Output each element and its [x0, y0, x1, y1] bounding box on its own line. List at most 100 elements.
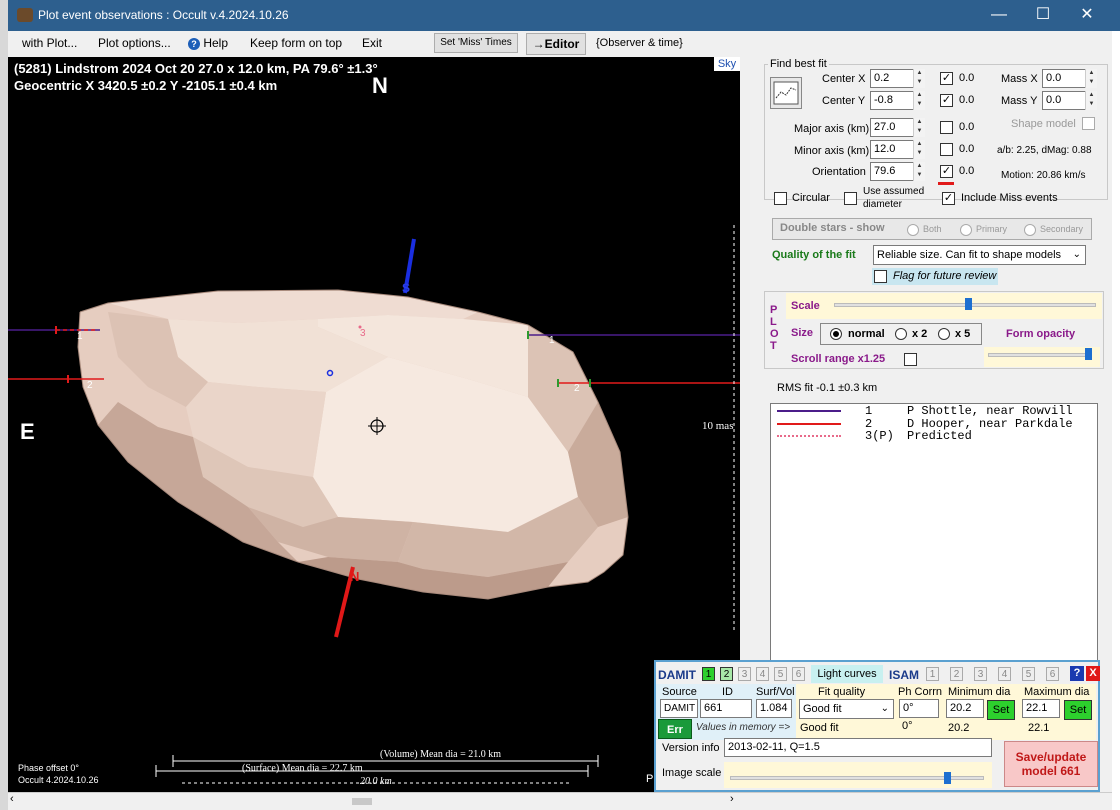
use-assumed-checkbox[interactable] [844, 192, 857, 205]
version-info-input[interactable]: 2013-02-11, Q=1.5 [724, 738, 992, 757]
mass-x-input[interactable]: 0.0 [1042, 69, 1086, 88]
quality-select[interactable]: Reliable size. Can fit to shape models ⌄ [873, 245, 1086, 265]
values-memory-label: Values in memory => [696, 722, 791, 733]
damit-model-1[interactable]: 1 [702, 667, 715, 681]
double-primary-radio[interactable] [960, 224, 972, 236]
id-input[interactable]: 661 [700, 699, 752, 718]
legend-line-3 [777, 435, 841, 437]
editor-button[interactable]: →Editor [526, 33, 586, 55]
min-dia-input[interactable]: 20.2 [946, 699, 984, 718]
center-y-checkbox[interactable]: ✓ [940, 94, 953, 107]
surfvol-input[interactable]: 1.084 [756, 699, 792, 718]
save-update-button[interactable]: Save/update model 661 [1004, 741, 1098, 787]
use-assumed-label: Use assumed [863, 186, 925, 197]
chevron-down-icon: ⌄ [880, 703, 889, 714]
isam-model-6[interactable]: 6 [1046, 667, 1059, 681]
isam-model-2[interactable]: 2 [950, 667, 963, 681]
image-scale-slider-thumb[interactable] [944, 772, 951, 784]
center-x-input[interactable]: 0.2 [870, 69, 914, 88]
set-miss-times-button[interactable]: Set 'Miss' Times [434, 33, 518, 53]
mass-x-spinner[interactable]: ▲ ▼ [1085, 69, 1097, 88]
err-button[interactable]: Err [658, 719, 692, 739]
damit-model-6[interactable]: 6 [792, 667, 805, 681]
size-x5-label: x 5 [955, 328, 971, 340]
menu-with-plot[interactable]: with Plot... [22, 36, 77, 50]
center-x-checkbox[interactable]: ✓ [940, 72, 953, 85]
horizontal-scrollbar[interactable]: ‹ › [8, 792, 1112, 810]
maximize-button[interactable]: ☐ [1028, 5, 1058, 25]
min-dia-set-button[interactable]: Set [987, 700, 1015, 720]
menu-keep-on-top[interactable]: Keep form on top [250, 36, 342, 50]
close-icon[interactable]: X [1086, 666, 1100, 681]
damit-model-3[interactable]: 3 [738, 667, 751, 681]
center-x-spinner[interactable]: ▲ ▼ [913, 69, 925, 88]
orientation-input[interactable]: 79.6 [870, 162, 914, 181]
plot-area[interactable]: (5281) Lindstrom 2024 Oct 20 27.0 x 12.0… [8, 57, 740, 792]
help-button[interactable]: ? [1070, 666, 1084, 681]
best-fit-button[interactable] [770, 77, 802, 109]
menu-plot-options[interactable]: Plot options... [98, 36, 171, 50]
major-axis-checkbox[interactable] [940, 121, 953, 134]
minimize-button[interactable]: — [984, 5, 1014, 25]
menu-help[interactable]: ? Help [188, 36, 228, 50]
major-axis-spinner[interactable]: ▲ ▼ [913, 118, 925, 137]
isam-model-1[interactable]: 1 [926, 667, 939, 681]
fit-quality-select[interactable]: Good fit ⌄ [799, 699, 894, 719]
ph-corr-input[interactable]: 0° [899, 699, 939, 718]
save-update-line1: Save/update [1015, 750, 1087, 764]
center-y-spinner[interactable]: ▲ ▼ [913, 91, 925, 110]
circular-checkbox[interactable] [774, 192, 787, 205]
mass-y-label: Mass Y [1001, 95, 1038, 107]
size-x2-radio[interactable] [895, 328, 907, 340]
orientation-spinner[interactable]: ▲ ▼ [913, 162, 925, 181]
menu-exit[interactable]: Exit [362, 36, 382, 50]
minor-axis-spinner[interactable]: ▲ ▼ [913, 140, 925, 159]
double-secondary-radio[interactable] [1024, 224, 1036, 236]
plot-canvas [8, 225, 740, 784]
fit-quality-value: Good fit [803, 703, 842, 715]
center-y-delta: 0.0 [959, 94, 975, 106]
legend-num-1: 1 [865, 404, 873, 418]
scroll-thumb[interactable] [352, 798, 372, 805]
orientation-checkbox[interactable]: ✓ [940, 165, 953, 178]
shape-model-checkbox[interactable] [1082, 117, 1095, 130]
legend-num-3: 3(P) [865, 429, 894, 443]
damit-model-2[interactable]: 2 [720, 667, 733, 681]
major-axis-input[interactable]: 27.0 [870, 118, 914, 137]
mass-y-spinner[interactable]: ▲ ▼ [1085, 91, 1097, 110]
chord-1-left-label: 1 [77, 331, 83, 342]
scroll-right-icon[interactable]: › [730, 793, 734, 805]
major-axis-delta: 0.0 [959, 121, 975, 133]
isam-model-5[interactable]: 5 [1022, 667, 1035, 681]
damit-model-4[interactable]: 4 [756, 667, 769, 681]
mem-fit-quality: Good fit [800, 722, 839, 734]
id-label: ID [722, 686, 733, 698]
legend-line-2 [777, 423, 841, 425]
double-both-radio[interactable] [907, 224, 919, 236]
include-miss-checkbox[interactable]: ✓ [942, 192, 955, 205]
source-input[interactable]: DAMIT [660, 699, 698, 718]
scroll-range-checkbox[interactable] [904, 353, 917, 366]
title-bar: Plot event observations : Occult v.4.202… [8, 0, 1120, 31]
close-button[interactable]: ✕ [1072, 5, 1102, 25]
opacity-slider[interactable] [988, 353, 1092, 357]
chord-1-right-label: 1 [549, 335, 555, 346]
max-dia-input[interactable]: 22.1 [1022, 699, 1060, 718]
isam-model-4[interactable]: 4 [998, 667, 1011, 681]
isam-model-3[interactable]: 3 [974, 667, 987, 681]
max-dia-set-button[interactable]: Set [1064, 700, 1092, 720]
center-y-input[interactable]: -0.8 [870, 91, 914, 110]
minor-axis-input[interactable]: 12.0 [870, 140, 914, 159]
size-x5-radio[interactable] [938, 328, 950, 340]
size-normal-radio[interactable] [830, 328, 842, 340]
flag-review-checkbox[interactable] [874, 270, 887, 283]
pole-n-label: N [350, 569, 360, 584]
plot-vertical-label: P L O T [770, 304, 779, 352]
scroll-left-icon[interactable]: ‹ [10, 793, 14, 805]
opacity-slider-thumb[interactable] [1085, 348, 1092, 360]
scale-slider-thumb[interactable] [965, 298, 972, 310]
mass-y-input[interactable]: 0.0 [1042, 91, 1086, 110]
damit-model-5[interactable]: 5 [774, 667, 787, 681]
minor-axis-checkbox[interactable] [940, 143, 953, 156]
light-curves-button[interactable]: Light curves [811, 665, 883, 683]
